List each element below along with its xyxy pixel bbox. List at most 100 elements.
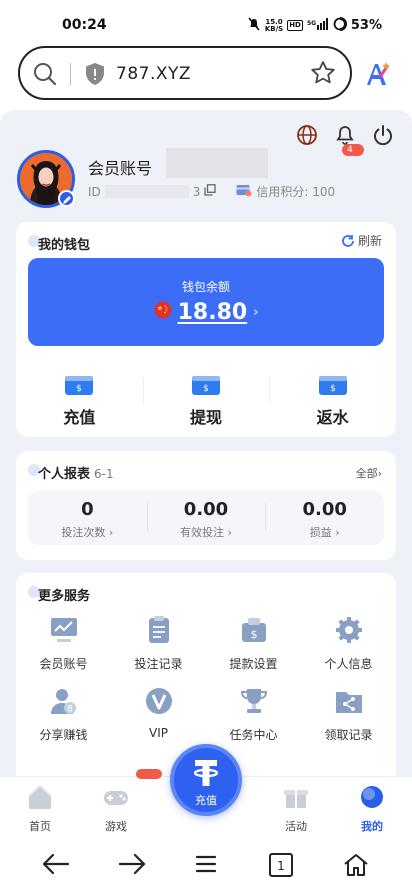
gear-icon <box>301 615 396 653</box>
refresh-label: 刷新 <box>357 234 382 248</box>
service-bet-records[interactable]: 投注记录 <box>111 615 206 672</box>
valid-bet-stat[interactable]: 0.00 有效投注 › <box>146 491 266 545</box>
svg-text:$: $ <box>76 384 82 394</box>
account-label: 会员账号 <box>88 159 153 178</box>
gamepad-icon <box>101 791 131 816</box>
address-bar[interactable]: 787.XYZ <box>18 46 352 100</box>
back-arrow-icon[interactable] <box>42 852 70 880</box>
money-bag-icon: $ <box>206 615 301 653</box>
clipboard-icon <box>111 615 206 653</box>
stat-label: 损益 › <box>309 526 340 539</box>
stat-value: 0.00 <box>183 499 229 520</box>
service-label: 任务中心 <box>229 728 278 742</box>
chart-monitor-icon <box>16 615 111 653</box>
tether-icon <box>194 760 218 786</box>
profile-icon <box>357 786 387 816</box>
svg-text:5G: 5G <box>307 20 316 27</box>
tabs-count-icon[interactable]: 1 <box>268 852 294 882</box>
services-title: 更多服务 <box>38 589 91 604</box>
china-flag-icon <box>154 300 172 325</box>
services-grid: 会员账号 投注记录 $ 提款设置 个人信息 8 分享赚钱 VIP 任务中心 领取… <box>16 615 396 743</box>
balance-value: 18.80 <box>177 300 248 325</box>
url-text[interactable]: 787.XYZ <box>116 64 191 84</box>
tab-games[interactable]: 游戏 <box>76 769 162 834</box>
menu-icon[interactable] <box>194 852 218 880</box>
deposit-button[interactable]: $ 充值 <box>16 374 143 428</box>
copy-icon[interactable] <box>204 184 217 199</box>
report-title: 个人报表 6-1 <box>38 467 114 482</box>
ai-assistant-icon[interactable] <box>364 60 392 92</box>
shield-icon[interactable] <box>84 62 106 90</box>
home-page-icon[interactable] <box>342 852 370 882</box>
notification-badge: 4 <box>342 144 364 156</box>
svg-text:8: 8 <box>67 705 73 715</box>
service-label: 会员账号 <box>39 657 88 671</box>
refresh-button[interactable]: 刷新 <box>341 232 382 249</box>
status-icons: 15.0 KB/S HD 5G 53% <box>247 17 382 34</box>
service-share-earn[interactable]: 8 分享赚钱 <box>16 686 111 743</box>
search-icon[interactable] <box>32 61 58 91</box>
deposit-fab-button[interactable]: 充值 <box>170 744 242 816</box>
withdraw-button[interactable]: $ 提现 <box>142 374 270 428</box>
service-label: 提款设置 <box>229 657 278 671</box>
svg-text:$: $ <box>330 384 336 394</box>
service-withdraw-settings[interactable]: $ 提款设置 <box>206 615 301 672</box>
service-claim-records[interactable]: 领取记录 <box>301 686 396 743</box>
rebate-label: 返水 <box>316 408 349 427</box>
bookmark-star-icon[interactable] <box>310 60 336 90</box>
fab-label: 充值 <box>195 794 217 807</box>
service-vip[interactable]: VIP <box>111 686 206 743</box>
gift-icon <box>281 790 311 816</box>
browser-nav-bar: 1 <box>0 832 412 896</box>
svg-text:$: $ <box>250 628 257 641</box>
signal-icon: 5G <box>307 18 329 33</box>
hd-badge: HD <box>287 20 303 31</box>
trophy-icon <box>206 686 301 724</box>
power-logout-icon[interactable] <box>372 124 394 162</box>
vip-icon <box>111 686 206 724</box>
wallet-withdraw-icon: $ <box>191 376 221 400</box>
service-label: VIP <box>149 726 168 740</box>
balance-panel[interactable]: 钱包余额 18.80 › <box>28 258 384 346</box>
wallet-actions: $ 充值 $ 提现 $ 返水 <box>16 374 396 428</box>
service-label: 个人信息 <box>324 657 373 671</box>
stat-value: 0 <box>81 499 94 520</box>
service-task-center[interactable]: 任务中心 <box>206 686 301 743</box>
net-speed: 15.0 KB/S <box>264 17 284 33</box>
tab-activity[interactable]: 活动 <box>256 777 336 834</box>
report-period: 6-1 <box>94 467 114 481</box>
svg-text:$: $ <box>203 384 209 394</box>
bet-count-stat[interactable]: 0 投注次数 › <box>28 491 147 545</box>
address-divider <box>70 63 71 85</box>
report-card: 个人报表 6-1 全部› 0 投注次数 › 0.00 有效投注 › 0.00 损益… <box>16 451 396 560</box>
service-label: 领取记录 <box>324 728 373 742</box>
credit-score-text: 信用积分: 100 <box>256 185 336 199</box>
wallet-card: 我的钱包 刷新 钱包余额 18.80 › $ 充值 $ 提现 $ 返水 <box>16 222 396 437</box>
share-user-icon: 8 <box>16 686 111 724</box>
edit-avatar-icon[interactable] <box>58 190 75 207</box>
service-personal-info[interactable]: 个人信息 <box>301 615 396 672</box>
account-name-redacted <box>166 148 268 178</box>
deposit-label: 充值 <box>63 408 96 427</box>
service-member-account[interactable]: 会员账号 <box>16 615 111 672</box>
id-suffix: 3 <box>192 184 201 199</box>
chevron-right-icon: › <box>253 305 259 320</box>
credit-score: 信用积分: 100 <box>236 183 335 200</box>
stat-label: 投注次数 › <box>61 526 114 539</box>
stat-value: 0.00 <box>302 499 347 520</box>
mute-icon <box>247 17 261 34</box>
profit-loss-stat[interactable]: 0.00 损益 › <box>265 491 384 545</box>
rebate-button[interactable]: $ 返水 <box>269 374 396 428</box>
language-globe-icon[interactable] <box>296 124 318 162</box>
tab-mine[interactable]: 我的 <box>332 777 412 834</box>
service-label: 分享赚钱 <box>39 728 88 742</box>
notification-bell-icon[interactable]: 4 <box>334 124 364 162</box>
home-icon <box>25 784 55 816</box>
forward-arrow-icon[interactable] <box>118 852 146 880</box>
id-label: ID <box>88 184 101 199</box>
status-time: 00:24 <box>62 17 107 33</box>
tab-home[interactable]: 首页 <box>0 777 80 834</box>
wallet-deposit-icon: $ <box>64 376 94 400</box>
report-all-link[interactable]: 全部› <box>356 465 382 481</box>
status-bar: 00:24 15.0 KB/S HD 5G 53% <box>0 0 412 40</box>
